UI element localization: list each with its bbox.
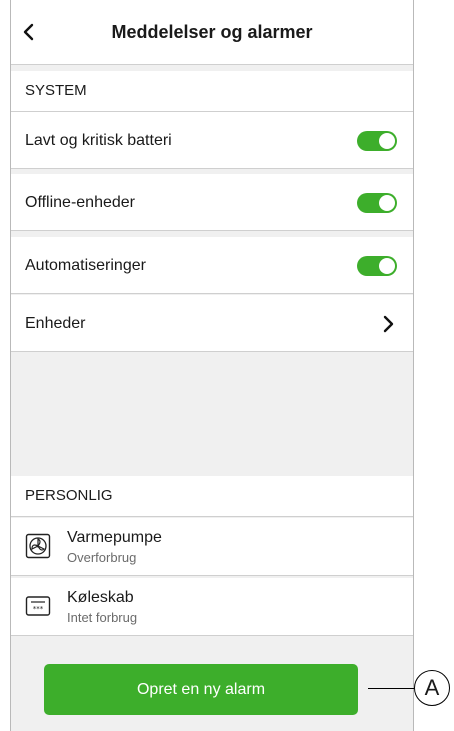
toggle-label: Automatiseringer xyxy=(25,257,146,274)
toggle-row-battery: Lavt og kritisk batteri xyxy=(11,112,413,169)
automations-toggle[interactable] xyxy=(357,256,397,276)
phone-screen: Meddelelser og alarmer SYSTEM Lavt og kr… xyxy=(10,0,414,731)
toggle-row-automations: Automatiseringer xyxy=(11,237,413,294)
back-button[interactable] xyxy=(17,20,41,44)
devices-link-row[interactable]: Enheder xyxy=(11,295,413,352)
create-alarm-button[interactable]: Opret en ny alarm xyxy=(44,664,358,715)
toggle-knob xyxy=(379,133,395,149)
page-title: Meddelelser og alarmer xyxy=(111,21,313,42)
chevron-right-icon xyxy=(383,315,394,333)
section-personal-label: PERSONLIG xyxy=(11,476,413,517)
header: Meddelelser og alarmer xyxy=(11,0,413,65)
device-status: Intet forbrug xyxy=(67,610,138,625)
toggle-label: Lavt og kritisk batteri xyxy=(25,132,172,149)
toggle-knob xyxy=(379,195,395,211)
device-name: Køleskab xyxy=(67,589,134,606)
callout-a: A xyxy=(414,670,450,706)
battery-toggle[interactable] xyxy=(357,131,397,151)
callout-line xyxy=(368,688,414,689)
device-status: Overforbrug xyxy=(67,550,137,565)
toggle-label: Offline-enheder xyxy=(25,194,135,211)
device-row-heat-pump[interactable]: Varmepumpe Overforbrug xyxy=(11,518,413,576)
devices-link-label: Enheder xyxy=(25,315,86,332)
device-row-fridge[interactable]: *** Køleskab Intet forbrug xyxy=(11,578,413,636)
device-name: Varmepumpe xyxy=(67,529,162,546)
section-system-label: SYSTEM xyxy=(11,71,413,112)
offline-devices-toggle[interactable] xyxy=(357,193,397,213)
toggle-knob xyxy=(379,258,395,274)
toggle-row-offline: Offline-enheder xyxy=(11,174,413,231)
fridge-icon: *** xyxy=(25,596,51,616)
chevron-left-icon xyxy=(23,23,34,41)
svg-text:***: *** xyxy=(33,605,44,613)
heat-pump-icon xyxy=(25,533,51,559)
